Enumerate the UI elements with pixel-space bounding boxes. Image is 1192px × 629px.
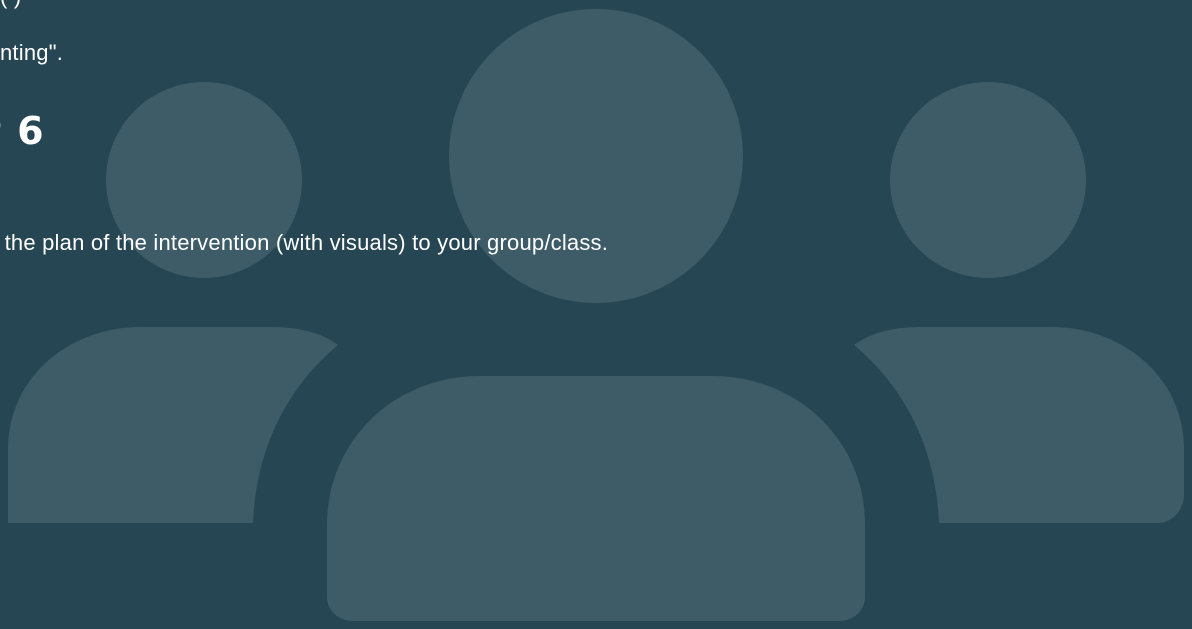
continuation-text: nting". [0, 40, 64, 65]
partial-top-text: ( ) [0, 0, 21, 8]
slide-text: ( ) nting". P 6 t the plan of the interv… [0, 0, 1192, 629]
step-heading: P 6 [0, 109, 45, 153]
task-text: t the plan of the intervention (with vis… [0, 230, 609, 255]
